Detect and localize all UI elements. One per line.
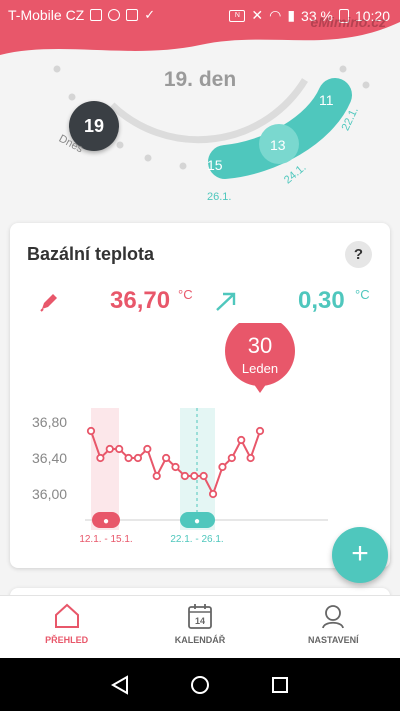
- cycle-overview: 19. den 19 Dnes 15 13 11 26.1. 24.1. 22.…: [0, 0, 400, 215]
- check-icon: ✓: [144, 7, 156, 22]
- nav-prehled[interactable]: PŘEHLED: [0, 596, 133, 658]
- nfc-icon: N: [229, 9, 246, 22]
- fertile-range-label: 22.1. - 26.1.: [170, 534, 223, 545]
- add-entry-button[interactable]: +: [332, 527, 388, 583]
- temperature-point[interactable]: [237, 435, 246, 445]
- y-tick-label: 36,80: [32, 414, 67, 430]
- temperature-point[interactable]: [246, 453, 255, 463]
- nav-kalendar[interactable]: 14 KALENDÁŘ: [133, 596, 266, 658]
- temperature-point[interactable]: [133, 453, 143, 463]
- temperature-point[interactable]: [199, 471, 208, 481]
- delta-unit: °C: [355, 287, 370, 302]
- app-screen: 19. den 19 Dnes 15 13 11 26.1. 24.1. 22.…: [0, 0, 400, 711]
- temperature-point[interactable]: [208, 489, 218, 499]
- date-26-1: 26.1.: [207, 191, 232, 203]
- help-button[interactable]: ?: [345, 241, 372, 268]
- bottom-navigation: PŘEHLED 14 KALENDÁŘ NASTAVENÍ: [0, 595, 400, 658]
- system-navigation-bar: [0, 658, 400, 711]
- temperature-unit: °C: [178, 287, 193, 302]
- current-temperature: 36,70: [110, 287, 171, 314]
- temperature-point[interactable]: [180, 471, 189, 481]
- back-icon[interactable]: [109, 674, 131, 696]
- y-tick-label: 36,00: [32, 486, 67, 502]
- tooltip-day: 30: [248, 333, 272, 358]
- temperature-point[interactable]: [218, 462, 227, 472]
- temperature-point[interactable]: [143, 444, 152, 454]
- home-icon: [54, 603, 79, 628]
- temperature-point[interactable]: [152, 471, 161, 481]
- calendar-icon: 14: [188, 604, 212, 629]
- temperature-point[interactable]: [190, 471, 199, 481]
- nav-label: NASTAVENÍ: [307, 635, 359, 645]
- tooltip-pointer: [253, 383, 267, 393]
- tooltip-month: Leden: [242, 361, 278, 376]
- signal-icon: ▮: [287, 7, 296, 23]
- recents-icon[interactable]: [269, 674, 291, 696]
- notification-icon: [90, 9, 103, 21]
- basal-temperature-chart[interactable]: 36,80 36,40 36,00 ● ● 12.1. - 15.1. 22.1…: [10, 323, 390, 568]
- day-15-label[interactable]: 15: [207, 157, 223, 173]
- drop-icon: ●: [103, 516, 109, 527]
- menstruation-band: [91, 408, 119, 530]
- cycle-gauge: [0, 0, 400, 179]
- temperature-point[interactable]: [96, 453, 105, 463]
- drop-icon: ●: [194, 516, 200, 527]
- cycle-day-label: 19. den: [163, 68, 237, 91]
- calendar-day-badge: 14: [195, 616, 205, 626]
- messenger-icon: [108, 9, 121, 21]
- day-13-label[interactable]: 13: [270, 137, 286, 153]
- temperature-point[interactable]: [86, 426, 96, 436]
- temperature-point[interactable]: [105, 444, 114, 454]
- temperature-point[interactable]: [255, 426, 265, 436]
- profile-icon: [322, 605, 345, 629]
- mute-icon: ✕: [251, 7, 264, 23]
- y-tick-label: 36,40: [32, 450, 67, 466]
- temperature-point[interactable]: [124, 453, 133, 463]
- nav-label: KALENDÁŘ: [174, 635, 226, 645]
- basal-temperature-card[interactable]: Bazální teplota ? 36,70 °C 0,30 °C 36,80…: [10, 223, 390, 568]
- temperature-point[interactable]: [227, 453, 236, 463]
- nav-nastaveni[interactable]: NASTAVENÍ: [267, 596, 400, 658]
- temperature-point[interactable]: [162, 453, 171, 463]
- arrow-up-right-icon: [216, 292, 236, 311]
- edit-pen-icon[interactable]: [38, 291, 60, 313]
- wifi-icon: ◠: [269, 7, 282, 23]
- temperature-point[interactable]: [171, 462, 180, 472]
- temperature-point[interactable]: [115, 444, 124, 454]
- nav-label: PŘEHLED: [45, 635, 89, 645]
- gallery-icon: [126, 9, 139, 21]
- watermark: eMimino.cz: [310, 14, 386, 30]
- period-range-label: 12.1. - 15.1.: [79, 534, 132, 545]
- home-button-icon[interactable]: [189, 674, 211, 696]
- temperature-delta: 0,30: [298, 287, 345, 314]
- carrier-name: T-Mobile CZ: [8, 7, 85, 23]
- day-11-label[interactable]: 11: [319, 92, 334, 108]
- card-title: Bazální teplota: [27, 244, 155, 264]
